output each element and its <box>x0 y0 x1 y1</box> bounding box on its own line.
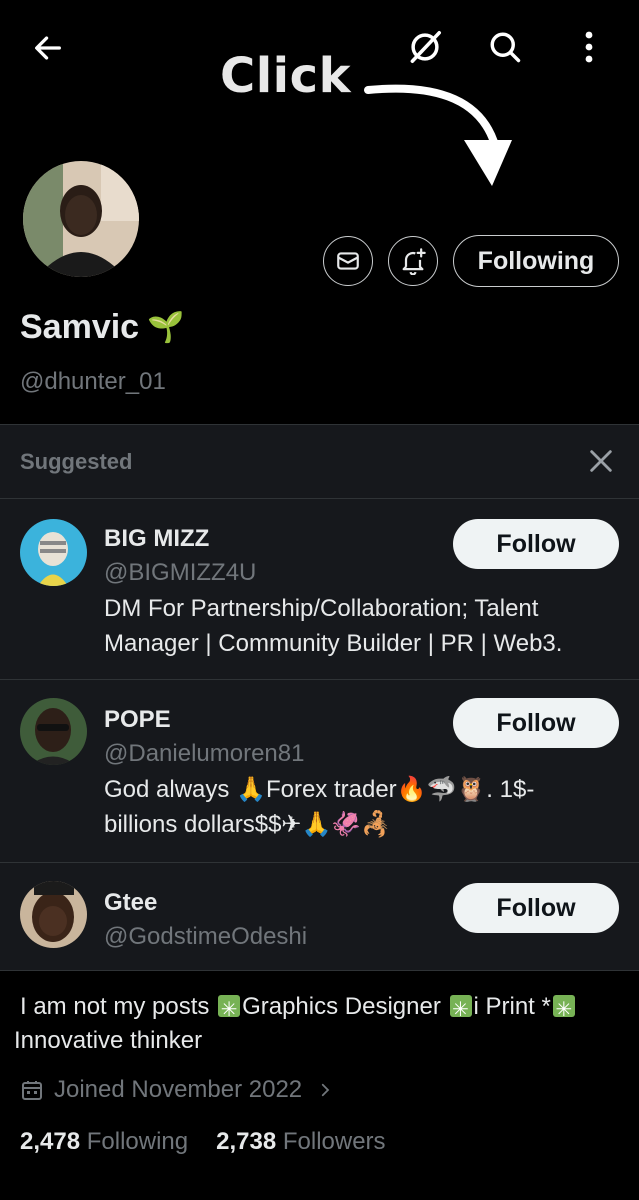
suggested-user-bio: DM For Partnership/Collaboration; Talent… <box>104 591 604 661</box>
avatar-image <box>20 698 87 765</box>
bio-line: billions dollars$$✈🙏🦑🦂 <box>104 811 392 838</box>
profile-name-text: Samvic <box>20 308 140 346</box>
grok-button[interactable] <box>404 26 446 68</box>
bell-plus-icon <box>402 248 426 275</box>
suggested-panel: Suggested BIG MIZZ @BIGMIZZ4U DM For Par… <box>0 424 639 971</box>
joined-date[interactable]: Joined November 2022 <box>20 1076 334 1104</box>
follow-button[interactable]: Follow <box>453 883 619 933</box>
grok-icon <box>410 31 441 63</box>
bio-line: Manager | Community Builder | PR | Web3. <box>104 630 563 657</box>
followers-count-link[interactable]: 2,738 Followers <box>216 1128 385 1156</box>
avatar-image <box>20 519 87 586</box>
bio-text: I am not my posts <box>20 993 217 1020</box>
suggested-user-card[interactable]: POPE @Danielumoren81 God always 🙏Forex t… <box>0 680 639 862</box>
following-count-link[interactable]: 2,478 Following <box>20 1128 188 1156</box>
sparkle-emoji-icon <box>552 992 575 1026</box>
suggested-title: Suggested <box>20 449 133 474</box>
profile-handle: @dhunter_01 <box>20 368 166 395</box>
more-vertical-icon <box>585 31 593 63</box>
search-icon <box>490 32 521 63</box>
suggested-user-name[interactable]: POPE <box>104 706 171 734</box>
suggested-user-card[interactable]: Gtee @GodstimeOdeshi Follow <box>0 863 639 971</box>
back-button[interactable] <box>28 28 68 68</box>
suggested-user-name[interactable]: BIG MIZZ <box>104 525 209 553</box>
notifications-button[interactable] <box>388 236 438 286</box>
suggested-user-bio: God always 🙏Forex trader🔥🦈🦉. 1$- billion… <box>104 772 604 842</box>
follow-button[interactable]: Follow <box>453 698 619 748</box>
follow-button[interactable]: Follow <box>453 519 619 569</box>
annotation-arrow-icon <box>364 84 512 186</box>
suggested-user-card[interactable]: BIG MIZZ @BIGMIZZ4U DM For Partnership/C… <box>0 499 639 679</box>
sparkle-emoji-icon <box>449 992 472 1026</box>
annotation-label: Click <box>220 48 352 104</box>
avatar-image <box>20 881 87 948</box>
sparkle-emoji-icon <box>218 992 241 1026</box>
suggested-user-name[interactable]: Gtee <box>104 889 157 917</box>
seedling-emoji: 🌱 <box>147 310 185 345</box>
joined-text: Joined November 2022 <box>54 1076 303 1103</box>
bio-text: i Print * <box>473 993 551 1020</box>
message-button[interactable] <box>323 236 373 286</box>
bio-text: Graphics Designer <box>242 993 448 1020</box>
following-button[interactable]: Following <box>453 235 619 287</box>
profile-bio: I am not my posts Graphics Designer i Pr… <box>14 990 620 1058</box>
profile-photo <box>23 161 139 277</box>
suggested-user-handle: @BIGMIZZ4U <box>104 559 257 586</box>
profile-name: Samvic 🌱 <box>20 308 184 347</box>
mail-icon <box>337 252 359 270</box>
following-count: 2,478 <box>20 1128 81 1155</box>
suggested-user-handle: @GodstimeOdeshi <box>104 923 308 950</box>
bio-line: God always 🙏Forex trader🔥🦈🦉. 1$- <box>104 776 535 803</box>
followers-label: Followers <box>282 1128 386 1155</box>
calendar-icon <box>22 1081 42 1100</box>
followers-count: 2,738 <box>216 1128 277 1155</box>
suggested-user-handle: @Danielumoren81 <box>104 740 305 767</box>
back-arrow-icon <box>35 36 61 60</box>
profile-stats: 2,478 Following 2,738 Followers <box>20 1128 386 1156</box>
suggested-user-avatar[interactable] <box>20 519 87 586</box>
search-button[interactable] <box>484 26 526 68</box>
chevron-right-icon <box>322 1083 330 1097</box>
dismiss-suggested-button[interactable] <box>587 447 615 480</box>
bio-line: DM For Partnership/Collaboration; Talent <box>104 595 539 622</box>
suggested-user-avatar[interactable] <box>20 881 87 948</box>
suggested-user-avatar[interactable] <box>20 698 87 765</box>
following-label: Following <box>86 1128 189 1155</box>
close-icon <box>590 450 612 472</box>
bio-text: Innovative thinker <box>14 1027 203 1054</box>
more-options-button[interactable] <box>570 26 608 68</box>
divider <box>0 970 639 971</box>
profile-avatar[interactable] <box>20 158 142 280</box>
